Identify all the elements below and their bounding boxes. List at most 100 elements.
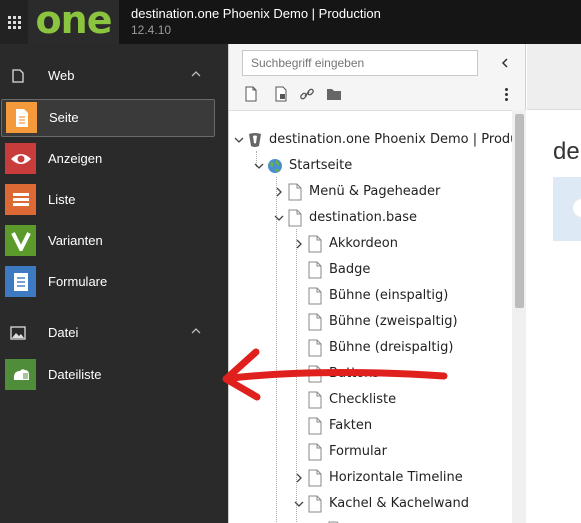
module-item-seite[interactable]: Seite xyxy=(1,99,215,137)
typo3-icon xyxy=(249,133,261,147)
site-version: 12.4.10 xyxy=(131,23,172,37)
v-letter-icon xyxy=(5,225,36,256)
tree-node-label[interactable]: destination.base xyxy=(309,210,417,225)
chevron-right-icon[interactable] xyxy=(293,237,305,251)
chevron-right-icon[interactable] xyxy=(293,471,305,485)
tree-node-label[interactable]: Buttons xyxy=(329,366,379,381)
globe-icon xyxy=(268,159,282,173)
logo[interactable]: one xyxy=(28,0,119,44)
tree-node[interactable]: Checkliste xyxy=(229,387,512,413)
doc-header xyxy=(527,44,581,110)
web-folder-icon xyxy=(12,69,24,83)
tree-node[interactable] xyxy=(229,517,512,523)
page-tree: destination.one Phoenix Demo | Productio… xyxy=(229,110,512,523)
tree-node[interactable]: Startseite xyxy=(229,153,512,179)
chevron-up-icon[interactable] xyxy=(190,68,202,80)
folder-icon[interactable] xyxy=(326,86,342,102)
tree-node-label[interactable]: Bühne (einspaltig) xyxy=(329,288,448,303)
app-menu-button[interactable] xyxy=(0,0,28,44)
module-item-label: Dateiliste xyxy=(48,367,102,382)
page-icon xyxy=(308,235,322,253)
content-area: de xyxy=(527,44,581,523)
search-input[interactable] xyxy=(242,50,478,76)
module-item-dateiliste[interactable]: Dateiliste xyxy=(0,356,228,394)
tree-node-label[interactable]: Formular xyxy=(329,444,387,459)
module-item-liste[interactable]: Liste xyxy=(0,181,228,219)
chevron-right-icon[interactable] xyxy=(273,185,285,199)
top-bar: one destination.one Phoenix Demo | Produ… xyxy=(0,0,581,44)
module-group-label: Web xyxy=(48,68,75,83)
tree-root[interactable]: destination.one Phoenix Demo | Productio… xyxy=(229,127,512,153)
module-item-formulare[interactable]: Formulare xyxy=(0,263,228,301)
link-icon[interactable] xyxy=(299,86,315,102)
tree-node-label[interactable]: Startseite xyxy=(289,158,352,173)
page-icon xyxy=(308,313,322,331)
page-tree-panel: destination.one Phoenix Demo | Productio… xyxy=(228,44,526,523)
tree-node-label[interactable]: Fakten xyxy=(329,418,372,433)
tree-node[interactable]: Badge xyxy=(229,257,512,283)
page-icon xyxy=(308,443,322,461)
page-icon xyxy=(6,102,37,133)
filelist-icon xyxy=(5,359,36,390)
chevron-left-icon xyxy=(501,58,508,68)
module-item-label: Anzeigen xyxy=(48,151,103,166)
chevron-down-icon[interactable] xyxy=(233,133,245,147)
module-item-label: Varianten xyxy=(48,233,103,248)
list-icon xyxy=(5,184,36,215)
tree-node-label[interactable]: Horizontale Timeline xyxy=(329,470,463,485)
page-icon xyxy=(308,495,322,513)
page-icon xyxy=(308,287,322,305)
grid-icon xyxy=(7,15,21,29)
page-icon xyxy=(288,209,302,227)
tree-node-label[interactable]: destination.one Phoenix Demo | Productio… xyxy=(269,132,512,147)
page-icon xyxy=(308,365,322,383)
page-icon xyxy=(308,261,322,279)
tree-node-label[interactable]: Kachel & Kachelwand xyxy=(329,496,469,511)
tree-node[interactable]: destination.base xyxy=(229,205,512,231)
tree-node[interactable]: Menü & Pageheader xyxy=(229,179,512,205)
tree-node-label[interactable]: Akkordeon xyxy=(329,236,398,251)
module-menu: Web Seite Anzeigen Liste Varianten Formu… xyxy=(0,44,228,523)
chevron-down-icon[interactable] xyxy=(273,211,285,225)
chevron-up-icon[interactable] xyxy=(190,325,202,337)
tree-node[interactable]: Horizontale Timeline xyxy=(229,465,512,491)
chevron-down-icon[interactable] xyxy=(253,159,265,173)
scrollbar-thumb[interactable] xyxy=(515,114,524,308)
tree-node[interactable]: Formular xyxy=(229,439,512,465)
module-item-varianten[interactable]: Varianten xyxy=(0,222,228,260)
tree-node-label[interactable]: Bühne (dreispaltig) xyxy=(329,340,453,355)
tree-node-label[interactable]: Bühne (zweispaltig) xyxy=(329,314,458,329)
tree-node[interactable]: Bühne (dreispaltig) xyxy=(229,335,512,361)
tree-node[interactable]: Bühne (zweispaltig) xyxy=(229,309,512,335)
page-icon xyxy=(288,183,302,201)
collapse-tree-button[interactable] xyxy=(497,54,513,72)
tree-node[interactable]: Bühne (einspaltig) xyxy=(229,283,512,309)
more-options-button[interactable] xyxy=(499,84,513,104)
paste-page-icon[interactable] xyxy=(273,86,289,102)
logo-text: one xyxy=(35,0,113,42)
site-title: destination.one Phoenix Demo | Productio… xyxy=(131,6,381,21)
page-icon xyxy=(308,417,322,435)
form-icon xyxy=(5,266,36,297)
module-item-label: Seite xyxy=(49,110,79,125)
new-page-icon[interactable] xyxy=(243,86,259,102)
tree-node-label[interactable]: Checkliste xyxy=(329,392,396,407)
module-group-datei[interactable]: Datei xyxy=(0,313,228,353)
module-group-web[interactable]: Web xyxy=(0,56,228,96)
tree-node[interactable]: Buttons xyxy=(229,361,512,387)
tree-node[interactable]: Fakten xyxy=(229,413,512,439)
tree-node-label[interactable]: Menü & Pageheader xyxy=(309,184,440,199)
tree-node[interactable]: Akkordeon xyxy=(229,231,512,257)
eye-icon xyxy=(5,143,36,174)
info-box xyxy=(553,177,581,241)
info-icon xyxy=(573,199,581,217)
tree-node[interactable]: Kachel & Kachelwand xyxy=(229,491,512,517)
module-item-label: Formulare xyxy=(48,274,108,289)
module-item-anzeigen[interactable]: Anzeigen xyxy=(0,140,228,178)
page-icon xyxy=(308,469,322,487)
tree-node-label[interactable]: Badge xyxy=(329,262,370,277)
chevron-down-icon[interactable] xyxy=(293,497,305,511)
module-group-label: Datei xyxy=(48,325,79,340)
image-icon xyxy=(10,326,26,340)
tree-scrollbar[interactable] xyxy=(512,110,526,523)
